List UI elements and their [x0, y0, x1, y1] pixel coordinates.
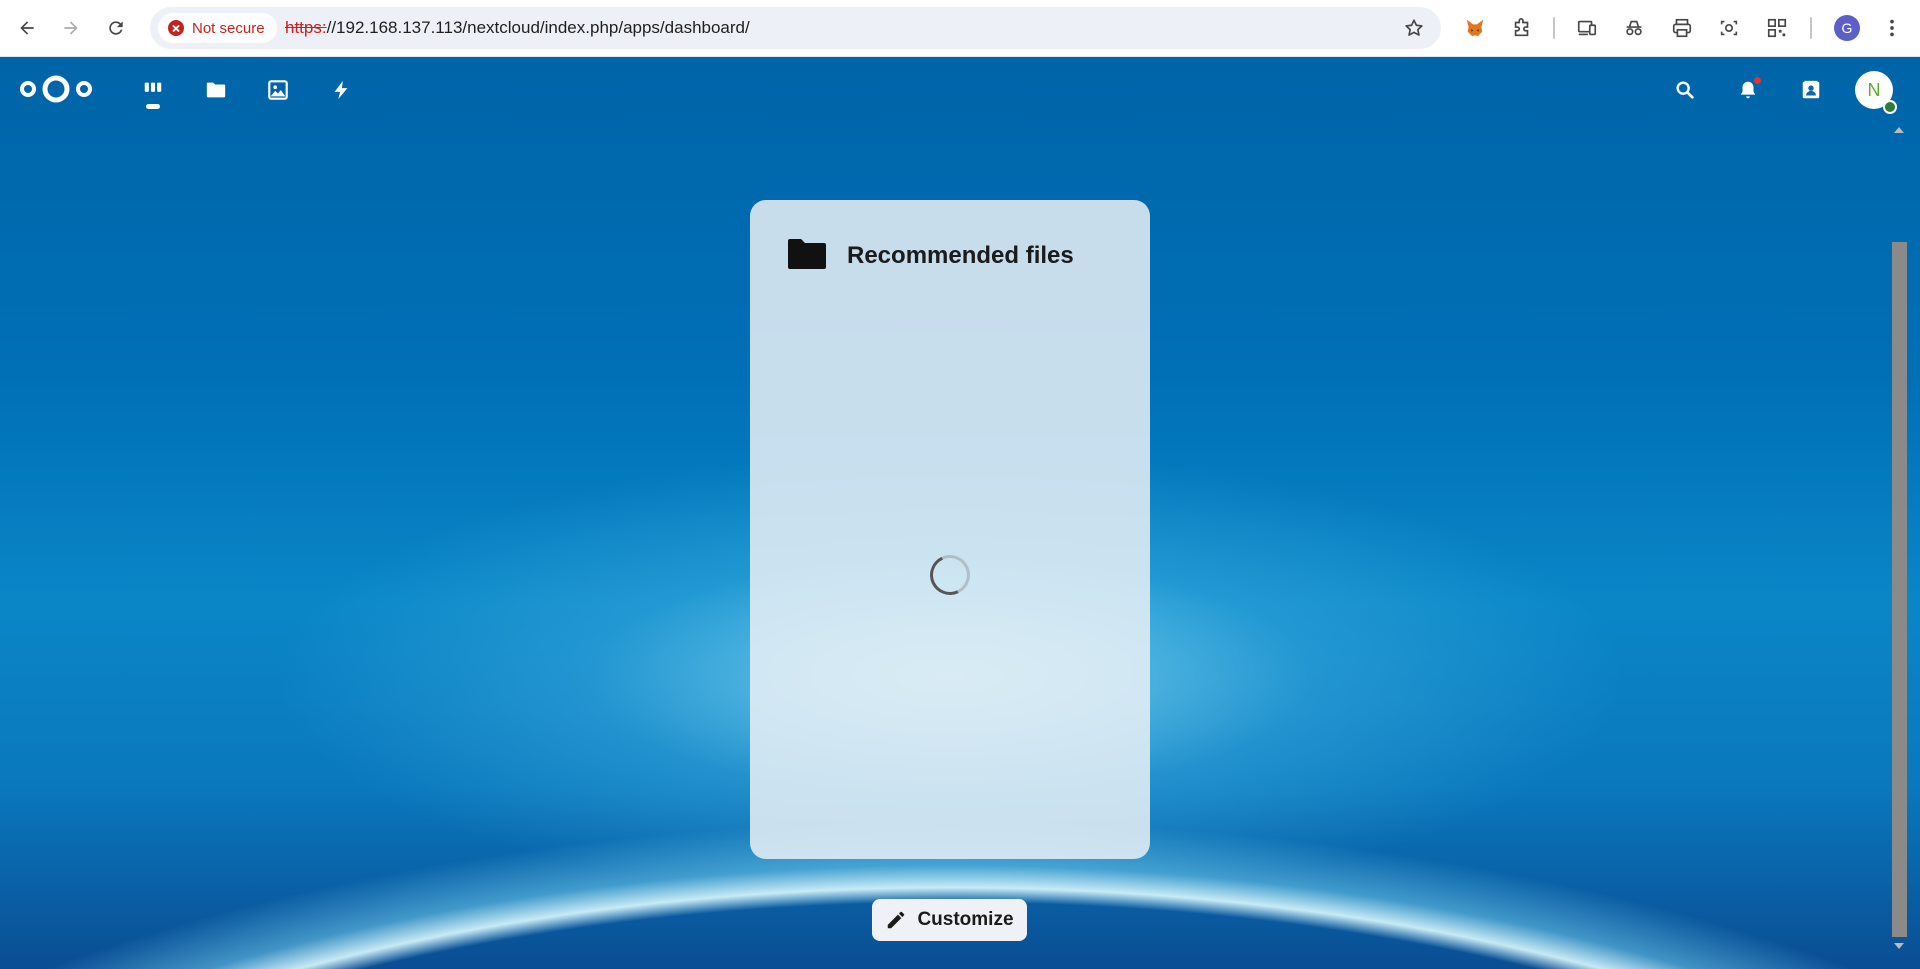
print-button[interactable] [1668, 14, 1696, 42]
incognito-glasses-icon [1626, 20, 1642, 36]
dashboard-page: N Recommended files Customize [0, 57, 1920, 969]
devices-button[interactable] [1573, 14, 1601, 42]
bookmark-star-icon[interactable] [1403, 17, 1425, 39]
reload-button[interactable] [99, 11, 133, 45]
scrollbar-thumb[interactable] [1892, 242, 1907, 937]
browser-menu-button[interactable] [1878, 14, 1906, 42]
address-bar[interactable]: Not secure https://192.168.137.113/nextc… [150, 7, 1441, 49]
security-label: Not secure [192, 19, 265, 37]
back-icon [20, 21, 34, 35]
print-icon [1672, 18, 1692, 38]
not-secure-icon [168, 20, 184, 36]
forward-button[interactable] [54, 11, 88, 45]
url-text[interactable]: https://192.168.137.113/nextcloud/index.… [285, 18, 750, 38]
devices-icon [1577, 20, 1597, 36]
screenshot-button[interactable] [1715, 14, 1743, 42]
url-path: //192.168.137.113/nextcloud/index.php/ap… [326, 18, 750, 37]
app-photos[interactable] [265, 77, 291, 103]
app-activity[interactable] [328, 77, 354, 103]
qr-code-icon [1767, 18, 1787, 38]
browser-profile-avatar[interactable]: G [1834, 15, 1860, 41]
notification-badge [1754, 77, 1761, 84]
metamask-extension-button[interactable] [1461, 14, 1489, 42]
files-icon [206, 82, 226, 98]
qr-code-button[interactable] [1763, 14, 1791, 42]
more-menu-icon [1890, 19, 1894, 37]
unified-search-button[interactable] [1672, 77, 1698, 103]
pencil-icon [888, 911, 905, 929]
back-button[interactable] [10, 11, 44, 45]
contacts-menu-button[interactable] [1798, 77, 1824, 103]
search-icon [1676, 81, 1694, 99]
reload-icon [109, 21, 123, 35]
extensions-puzzle-icon [1514, 18, 1529, 37]
scroll-up-arrow[interactable] [1894, 127, 1904, 133]
toolbar-separator [1810, 17, 1812, 39]
folder-icon [788, 239, 826, 269]
active-app-indicator [146, 104, 160, 109]
activity-icon [334, 80, 348, 100]
metamask-fox-icon [1466, 19, 1484, 37]
recommended-files-widget: Recommended files [750, 200, 1150, 859]
app-dashboard[interactable] [140, 77, 166, 103]
customize-button[interactable]: Customize [872, 899, 1027, 941]
loading-spinner [924, 549, 976, 601]
photos-icon [268, 80, 288, 100]
app-files[interactable] [203, 77, 229, 103]
nextcloud-header: N [0, 57, 1920, 121]
scroll-down-arrow[interactable] [1894, 943, 1904, 949]
widget-title: Recommended files [847, 242, 1074, 269]
toolbar-separator [1553, 17, 1555, 39]
incognito-button[interactable] [1620, 14, 1648, 42]
security-indicator[interactable]: Not secure [158, 13, 277, 43]
forward-icon [64, 21, 78, 35]
browser-toolbar: Not secure https://192.168.137.113/nextc… [0, 0, 1920, 57]
notifications-button[interactable] [1735, 77, 1761, 103]
url-scheme: https: [285, 18, 327, 37]
dashboard-icon [144, 82, 162, 92]
customize-label: Customize [917, 909, 1014, 930]
contacts-icon [1802, 80, 1820, 99]
screenshot-icon [1720, 20, 1738, 36]
nextcloud-logo[interactable] [18, 71, 94, 107]
extensions-button[interactable] [1508, 14, 1536, 42]
